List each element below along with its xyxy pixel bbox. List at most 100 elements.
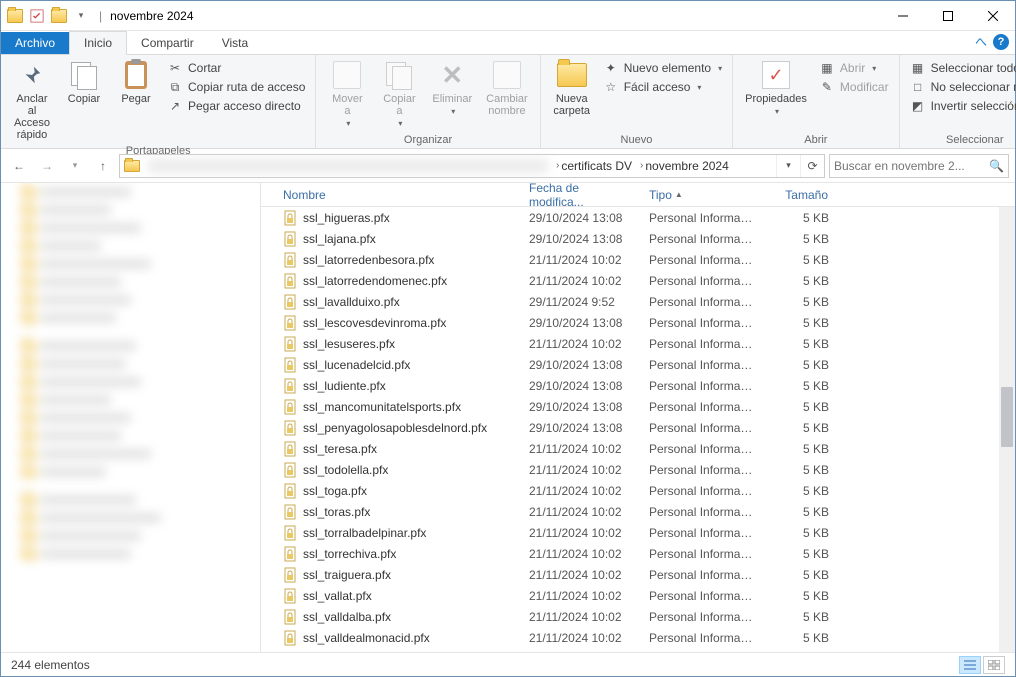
recent-dropdown[interactable]: ▾ [63, 154, 87, 178]
file-type: Personal Informati... [643, 337, 759, 351]
new-item-icon: ✦ [603, 60, 619, 76]
breadcrumb-item[interactable]: ›certificats DV [552, 155, 636, 177]
file-row[interactable]: ssl_ludiente.pfx29/10/2024 13:08Personal… [261, 375, 1015, 396]
file-row[interactable]: ssl_valldealmonacid.pfx21/11/2024 10:02P… [261, 627, 1015, 648]
minimize-button[interactable] [880, 1, 925, 30]
file-type: Personal Informati... [643, 463, 759, 477]
file-name: ssl_torrechiva.pfx [303, 547, 396, 561]
search-box[interactable]: 🔍 [829, 154, 1009, 178]
cut-button[interactable]: ✂Cortar [163, 59, 309, 77]
tab-file[interactable]: Archivo [1, 32, 69, 54]
file-row[interactable]: ssl_lesuseres.pfx21/11/2024 10:02Persona… [261, 333, 1015, 354]
address-bar[interactable]: ›certificats DV ›novembre 2024 ▾ ⟳ [119, 154, 825, 178]
file-type: Personal Informati... [643, 505, 759, 519]
file-row[interactable]: ssl_penyagolosapoblesdelnord.pfx29/10/20… [261, 417, 1015, 438]
tab-view[interactable]: Vista [208, 32, 262, 54]
qat-new-folder-icon[interactable] [49, 6, 69, 26]
address-dropdown[interactable]: ▾ [776, 155, 800, 177]
select-none-button[interactable]: □No seleccionar nada [906, 78, 1016, 96]
copy-path-button[interactable]: ⧉Copiar ruta de acceso [163, 78, 309, 96]
breadcrumb-item[interactable]: ›novembre 2024 [636, 155, 733, 177]
help-icon[interactable]: ? [993, 34, 1009, 50]
scissors-icon: ✂ [167, 60, 183, 76]
column-date[interactable]: Fecha de modifica... [523, 183, 643, 209]
ribbon: Anclar al Acceso rápido Copiar Pegar ✂Co… [1, 55, 1015, 149]
file-row[interactable]: ssl_traiguera.pfx21/11/2024 10:02Persona… [261, 564, 1015, 585]
tab-home[interactable]: Inicio [69, 31, 127, 55]
file-type: Personal Informati... [643, 547, 759, 561]
file-row[interactable]: ssl_lescovesdevinroma.pfx29/10/2024 13:0… [261, 312, 1015, 333]
pfx-file-icon [283, 210, 299, 226]
new-folder-button[interactable]: Nueva carpeta [547, 57, 597, 119]
copy-to-button[interactable]: Copiar a▾ [374, 57, 424, 130]
copy-path-icon: ⧉ [167, 79, 183, 95]
column-size[interactable]: Tamaño [759, 188, 835, 202]
item-count: 244 elementos [11, 658, 90, 672]
edit-button[interactable]: ✎Modificar [815, 78, 893, 96]
file-row[interactable]: ssl_latorredenbesora.pfx21/11/2024 10:02… [261, 249, 1015, 270]
file-type: Personal Informati... [643, 400, 759, 414]
file-row[interactable]: ssl_vallat.pfx21/11/2024 10:02Personal I… [261, 585, 1015, 606]
new-item-button[interactable]: ✦Nuevo elemento▾ [599, 59, 726, 77]
file-row[interactable]: ssl_lajana.pfx29/10/2024 13:08Personal I… [261, 228, 1015, 249]
scrollbar-thumb[interactable] [1001, 387, 1013, 447]
tab-share[interactable]: Compartir [127, 32, 208, 54]
navigation-bar: ← → ▾ ↑ ›certificats DV ›novembre 2024 ▾… [1, 149, 1015, 183]
forward-button[interactable]: → [35, 154, 59, 178]
large-icons-view-button[interactable] [983, 656, 1005, 674]
delete-button[interactable]: ✕Eliminar▾ [426, 57, 478, 118]
properties-button[interactable]: ✓Propiedades▾ [739, 57, 813, 118]
file-type: Personal Informati... [643, 568, 759, 582]
rename-button[interactable]: Cambiar nombre [480, 57, 534, 119]
invert-selection-button[interactable]: ◩Invertir selección [906, 97, 1016, 115]
select-all-button[interactable]: ▦Seleccionar todo [906, 59, 1016, 77]
column-type[interactable]: Tipo▲ [643, 188, 759, 202]
copy-button[interactable]: Copiar [59, 57, 109, 107]
file-row[interactable]: ssl_toga.pfx21/11/2024 10:02Personal Inf… [261, 480, 1015, 501]
file-date: 29/11/2024 9:52 [523, 295, 643, 309]
vertical-scrollbar[interactable] [999, 207, 1015, 652]
file-row[interactable]: ssl_toras.pfx21/11/2024 10:02Personal In… [261, 501, 1015, 522]
navigation-pane[interactable] [1, 183, 261, 652]
file-type: Personal Informati... [643, 631, 759, 645]
back-button[interactable]: ← [7, 154, 31, 178]
refresh-button[interactable]: ⟳ [800, 155, 824, 177]
file-row[interactable]: ssl_lavallduixo.pfx29/11/2024 9:52Person… [261, 291, 1015, 312]
file-row[interactable]: ssl_teresa.pfx21/11/2024 10:02Personal I… [261, 438, 1015, 459]
qat-properties-icon[interactable] [27, 6, 47, 26]
column-name[interactable]: Nombre [277, 188, 523, 202]
address-folder-icon [124, 160, 140, 172]
file-row[interactable]: ssl_torralbadelpinar.pfx21/11/2024 10:02… [261, 522, 1015, 543]
paste-shortcut-button[interactable]: ↗Pegar acceso directo [163, 97, 309, 115]
close-button[interactable] [970, 1, 1015, 30]
file-row[interactable]: ssl_lucenadelcid.pfx29/10/2024 13:08Pers… [261, 354, 1015, 375]
pin-quick-access-button[interactable]: Anclar al Acceso rápido [7, 57, 57, 143]
file-row[interactable]: ssl_torrechiva.pfx21/11/2024 10:02Person… [261, 543, 1015, 564]
file-date: 21/11/2024 10:02 [523, 463, 643, 477]
up-button[interactable]: ↑ [91, 154, 115, 178]
file-date: 21/11/2024 10:02 [523, 526, 643, 540]
move-to-button[interactable]: Mover a▾ [322, 57, 372, 130]
easy-access-button[interactable]: ☆Fácil acceso▾ [599, 78, 726, 96]
search-input[interactable] [834, 159, 989, 173]
file-size: 5 KB [759, 358, 835, 372]
file-type: Personal Informati... [643, 253, 759, 267]
qat-dropdown-icon[interactable]: ▾ [71, 6, 91, 26]
file-type: Personal Informati... [643, 589, 759, 603]
file-type: Personal Informati... [643, 484, 759, 498]
file-row[interactable]: ssl_higueras.pfx29/10/2024 13:08Personal… [261, 207, 1015, 228]
collapse-ribbon-icon[interactable]: へ [975, 33, 987, 50]
details-view-button[interactable] [959, 656, 981, 674]
file-type: Personal Informati... [643, 379, 759, 393]
file-name: ssl_valldealmonacid.pfx [303, 631, 430, 645]
file-row[interactable]: ssl_latorredendomenec.pfx21/11/2024 10:0… [261, 270, 1015, 291]
file-row[interactable]: ssl_valldalba.pfx21/11/2024 10:02Persona… [261, 606, 1015, 627]
file-type: Personal Informati... [643, 274, 759, 288]
maximize-button[interactable] [925, 1, 970, 30]
paste-button[interactable]: Pegar [111, 57, 161, 107]
open-button[interactable]: ▦Abrir▾ [815, 59, 893, 77]
file-row[interactable]: ssl_todolella.pfx21/11/2024 10:02Persona… [261, 459, 1015, 480]
file-size: 5 KB [759, 505, 835, 519]
file-row[interactable]: ssl_mancomunitatelsports.pfx29/10/2024 1… [261, 396, 1015, 417]
file-name: ssl_valldalba.pfx [303, 610, 391, 624]
